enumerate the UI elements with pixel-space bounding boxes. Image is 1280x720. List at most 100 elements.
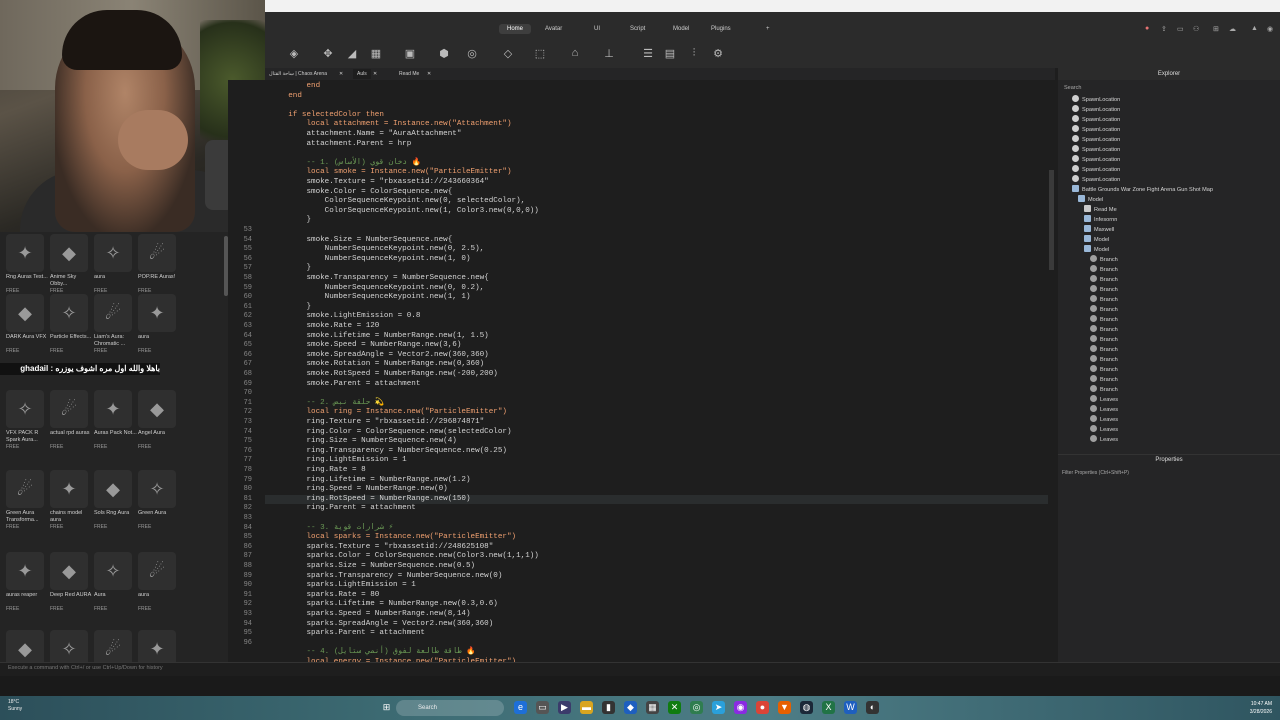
app-icon[interactable]: ◎: [690, 701, 703, 714]
explorer-item[interactable]: Model: [1078, 195, 1103, 205]
toolbox-asset[interactable]: ◆ Sols Rng Aura FREE: [94, 470, 138, 530]
toolbox-asset[interactable]: ◆ Deep Red AURA FREE: [50, 552, 94, 612]
code-line[interactable]: NumberSequenceKeypoint.new(0, 0.2),: [265, 284, 1055, 294]
code-line[interactable]: smoke.Transparency = NumberSequence.new{: [265, 274, 1055, 284]
code-line[interactable]: [265, 101, 1055, 111]
code-line[interactable]: }: [265, 303, 1055, 313]
explorer-item[interactable]: SpawnLocation: [1072, 95, 1120, 105]
move-tool-icon[interactable]: ✥: [321, 46, 335, 60]
settings-tool-icon[interactable]: ⚙: [711, 46, 725, 60]
chat-icon[interactable]: ▭: [1177, 25, 1185, 33]
obs-icon[interactable]: ◐: [866, 701, 879, 714]
code-line[interactable]: smoke.Rotation = NumberRange.new(0,360): [265, 360, 1055, 370]
code-line[interactable]: ring.Texture = "rbxassetid://296874871": [265, 418, 1055, 428]
explorer-item[interactable]: Read Me: [1084, 205, 1117, 215]
explorer-item[interactable]: SpawnLocation: [1072, 115, 1120, 125]
code-line[interactable]: }: [265, 264, 1055, 274]
code-line[interactable]: if selectedColor then: [265, 111, 1055, 121]
toolbox-asset[interactable]: ✧ Green Aura FREE: [138, 470, 182, 530]
explorer-item[interactable]: SpawnLocation: [1072, 175, 1120, 185]
toolbox-asset[interactable]: ✧ Particle Effects... FREE: [50, 294, 94, 354]
code-line[interactable]: smoke.Parent = attachment: [265, 380, 1055, 390]
explorer-item[interactable]: SpawnLocation: [1072, 155, 1120, 165]
code-line[interactable]: sparks.Parent = attachment: [265, 629, 1055, 639]
code-line[interactable]: ring.LightEmission = 1: [265, 456, 1055, 466]
tab-home[interactable]: Home: [499, 24, 532, 34]
explorer-item[interactable]: Branch: [1090, 265, 1118, 275]
properties-filter-input[interactable]: Filter Properties (Ctrl+Shift+P): [1062, 469, 1276, 478]
code-line[interactable]: smoke.Speed = NumberRange.new(3,6): [265, 341, 1055, 351]
scale-tool-icon[interactable]: ◢: [345, 46, 359, 60]
code-line[interactable]: NumberSequenceKeypoint.new(1, 0): [265, 255, 1055, 265]
code-line[interactable]: local smoke = Instance.new("ParticleEmit…: [265, 168, 1055, 178]
code-line[interactable]: NumberSequenceKeypoint.new(0, 2.5),: [265, 245, 1055, 255]
explorer-item[interactable]: Branch: [1090, 295, 1118, 305]
explorer-item[interactable]: Leaves: [1090, 395, 1118, 405]
code-line[interactable]: ring.Size = NumberSequence.new(4): [265, 437, 1055, 447]
code-line[interactable]: ColorSequenceKeypoint.new(1, Color3.new(…: [265, 207, 1055, 217]
code-line[interactable]: [265, 514, 1055, 524]
explorer-item[interactable]: Branch: [1090, 375, 1118, 385]
explorer-item[interactable]: Branch: [1090, 315, 1118, 325]
start-icon[interactable]: ⊞: [380, 701, 393, 714]
tab-model[interactable]: Model: [665, 24, 697, 34]
code-line[interactable]: ring.Color = ColorSequence.new(selectedC…: [265, 428, 1055, 438]
explorer-item[interactable]: Branch: [1090, 305, 1118, 315]
explorer-item[interactable]: Model: [1084, 245, 1109, 255]
explorer-item[interactable]: Leaves: [1090, 415, 1118, 425]
code-line[interactable]: smoke.RotSpeed = NumberRange.new(-200,20…: [265, 370, 1055, 380]
word-icon[interactable]: W: [844, 701, 857, 714]
chrome-icon[interactable]: ●: [756, 701, 769, 714]
code-line[interactable]: smoke.Size = NumberSequence.new{: [265, 236, 1055, 246]
weather-widget[interactable]: 18°C Sunny: [8, 699, 22, 713]
toolbox-asset[interactable]: ✦: [138, 630, 182, 662]
list-tool-icon[interactable]: ▤: [663, 46, 677, 60]
sliders-tool-icon[interactable]: ⫶: [687, 46, 701, 60]
explorer-item[interactable]: SpawnLocation: [1072, 135, 1120, 145]
profile-icon[interactable]: ◉: [1267, 25, 1275, 33]
toolbox-asset[interactable]: ☄ POP.RE Auras! FREE: [138, 234, 182, 294]
explorer-item[interactable]: Branch: [1090, 385, 1118, 395]
code-line[interactable]: local sparks = Instance.new("ParticleEmi…: [265, 533, 1055, 543]
code-line[interactable]: ring.RotSpeed = NumberRange.new(150): [265, 494, 1055, 505]
lock-tool-icon[interactable]: ⌂: [568, 46, 582, 60]
terminal-icon[interactable]: ▮: [602, 701, 615, 714]
xbox-icon[interactable]: ✕: [668, 701, 681, 714]
explorer-item[interactable]: SpawnLocation: [1072, 105, 1120, 115]
notification-icon[interactable]: ▲: [1251, 25, 1259, 33]
code-line[interactable]: sparks.Size = NumberSequence.new(0.5): [265, 562, 1055, 572]
toolbox-asset[interactable]: ◆ DARK Aura VFX FREE: [6, 294, 50, 354]
grid-icon[interactable]: ⊞: [1213, 25, 1221, 33]
code-line[interactable]: sparks.SpreadAngle = Vector2.new(360,360…: [265, 620, 1055, 630]
toolbox-asset[interactable]: ✧ aura FREE: [94, 234, 138, 294]
toolbox-asset[interactable]: ✦ chains model aura FREE: [50, 470, 94, 530]
add-tab-button[interactable]: +: [758, 24, 778, 34]
taskbar-search[interactable]: Search: [396, 700, 504, 716]
code-line[interactable]: [265, 226, 1055, 236]
code-line[interactable]: smoke.LightEmission = 0.8: [265, 312, 1055, 322]
toolbox-asset[interactable]: ◆ Angel Aura FREE: [138, 390, 182, 450]
anchor-tool-icon[interactable]: ⬚: [533, 46, 547, 60]
explorer-item[interactable]: Branch: [1090, 285, 1118, 295]
code-line[interactable]: }: [265, 216, 1055, 226]
doc-tab-close-icon[interactable]: ✕: [369, 69, 381, 79]
code-line[interactable]: smoke.SpreadAngle = Vector2.new(360,360): [265, 351, 1055, 361]
toolbox-asset[interactable]: ✧: [50, 630, 94, 662]
code-line[interactable]: local attachment = Instance.new("Attachm…: [265, 120, 1055, 130]
excel-icon[interactable]: X: [822, 701, 835, 714]
code-line[interactable]: attachment.Parent = hrp: [265, 140, 1055, 150]
code-line[interactable]: ring.Speed = NumberRange.new(0): [265, 485, 1055, 495]
explorer-item[interactable]: Leaves: [1090, 435, 1118, 445]
code-line[interactable]: sparks.Lifetime = NumberRange.new(0.3,0.…: [265, 600, 1055, 610]
code-line[interactable]: sparks.Rate = 80: [265, 591, 1055, 601]
toolbox-asset[interactable]: ✦ aura FREE: [138, 294, 182, 354]
tab-plugins[interactable]: Plugins: [703, 24, 739, 34]
toolbox-asset[interactable]: ◆: [6, 630, 50, 662]
edge-icon[interactable]: e: [514, 701, 527, 714]
explorer-item[interactable]: Branch: [1090, 325, 1118, 335]
share-icon[interactable]: ⇪: [1161, 25, 1169, 33]
toolbox-asset[interactable]: ✦ auras reaper FREE: [6, 552, 50, 612]
explorer-item[interactable]: Branch: [1090, 345, 1118, 355]
code-line[interactable]: sparks.Color = ColorSequence.new(Color3.…: [265, 552, 1055, 562]
folder-icon[interactable]: ▬: [580, 701, 593, 714]
